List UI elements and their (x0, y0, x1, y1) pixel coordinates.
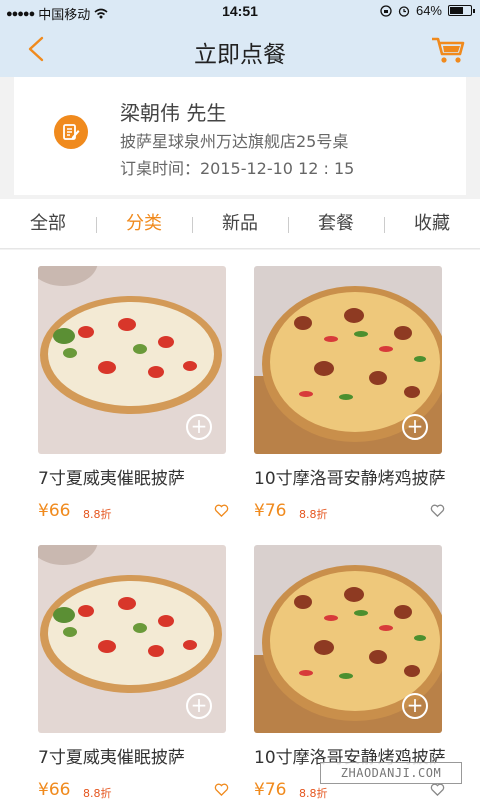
shopping-cart-icon[interactable] (430, 34, 466, 66)
product-card[interactable]: + 10寸摩洛哥安静烤鸡披萨 ¥76 8.8折 (254, 266, 454, 523)
product-card[interactable]: + 7寸夏威夷催眠披萨 ¥66 8.8折 (38, 266, 238, 523)
favorite-heart-icon[interactable] (430, 782, 445, 797)
tab-combo[interactable]: 套餐 (288, 199, 384, 248)
category-tabs: 全部 分类 新品 套餐 收藏 (0, 199, 480, 249)
customer-name: 梁朝伟 先生 (120, 101, 227, 125)
product-price: ¥66 (38, 780, 71, 800)
discount-label: 8.8折 (299, 508, 328, 521)
pizza-chicken-image[interactable]: + (254, 266, 442, 454)
edit-note-icon[interactable] (54, 115, 88, 149)
watermark: ZHAODANJI.COM (320, 762, 462, 784)
pizza-margherita-image[interactable]: + (38, 266, 226, 454)
price-row: ¥76 8.8折 (254, 501, 454, 523)
product-name: 10寸摩洛哥安静烤鸡披萨 (254, 469, 446, 489)
battery-fill (450, 7, 463, 14)
page-title: 立即点餐 (194, 42, 286, 68)
battery-icon (448, 5, 475, 16)
discount-label: 8.8折 (299, 787, 328, 800)
store-table-label: 披萨星球泉州万达旗舰店25号桌 (120, 132, 349, 151)
tab-all[interactable]: 全部 (0, 199, 96, 248)
product-card[interactable]: + 7寸夏威夷催眠披萨 ¥66 8.8折 (38, 545, 238, 800)
price-row: ¥66 8.8折 (38, 501, 238, 523)
price-row: ¥66 8.8折 (38, 780, 238, 800)
navigation-bar: 立即点餐 (0, 22, 480, 77)
discount-label: 8.8折 (83, 508, 112, 521)
tab-new[interactable]: 新品 (192, 199, 288, 248)
product-name: 7寸夏威夷催眠披萨 (38, 469, 185, 489)
favorite-heart-icon[interactable] (214, 503, 229, 518)
add-to-cart-button[interactable]: + (186, 414, 212, 440)
booking-time: 订桌时间：2015-12-10 12 : 15 (120, 159, 355, 178)
add-to-cart-button[interactable]: + (402, 414, 428, 440)
tab-favorites[interactable]: 收藏 (384, 199, 480, 248)
add-to-cart-button[interactable]: + (402, 693, 428, 719)
pizza-margherita-image[interactable]: + (38, 545, 226, 733)
order-info-card: 梁朝伟 先生 披萨星球泉州万达旗舰店25号桌 订桌时间：2015-12-10 1… (14, 77, 466, 195)
alarm-icon (398, 5, 410, 17)
product-grid: + 7寸夏威夷催眠披萨 ¥66 8.8折 + 10寸摩洛哥安静烤鸡披萨 ¥76 … (0, 250, 480, 800)
favorite-heart-icon[interactable] (214, 782, 229, 797)
battery-percent: 64% (415, 3, 442, 18)
add-to-cart-button[interactable]: + (186, 693, 212, 719)
tab-category[interactable]: 分类 (96, 199, 192, 248)
product-price: ¥66 (38, 501, 71, 521)
product-name: 7寸夏威夷催眠披萨 (38, 748, 185, 768)
lock-rotation-icon (380, 4, 392, 17)
favorite-heart-icon[interactable] (430, 503, 445, 518)
pizza-chicken-image[interactable]: + (254, 545, 442, 733)
status-right: 64% (380, 3, 475, 18)
product-price: ¥76 (254, 780, 287, 800)
status-bar: ●●●●● 中国移动 14:51 64% (0, 0, 480, 22)
discount-label: 8.8折 (83, 787, 112, 800)
product-price: ¥76 (254, 501, 287, 521)
